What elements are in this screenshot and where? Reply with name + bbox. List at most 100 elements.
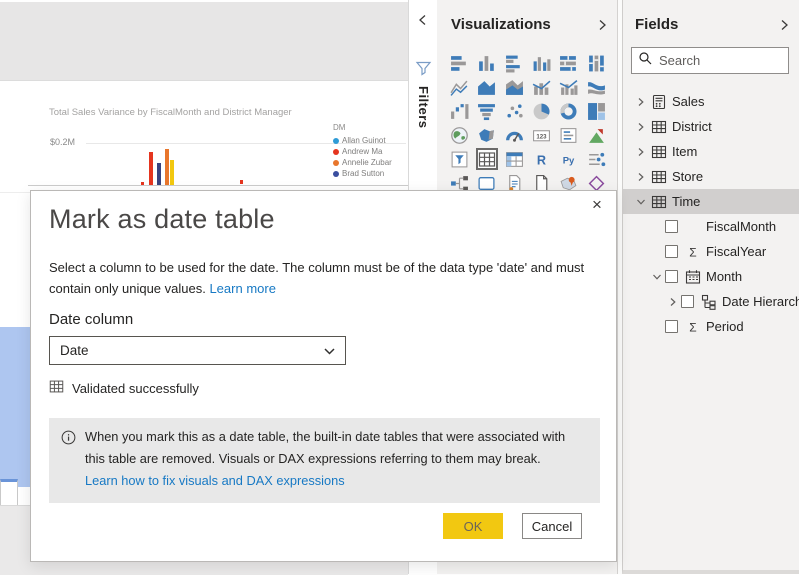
table-icon xyxy=(649,169,669,185)
chart-bar[interactable] xyxy=(157,163,161,185)
field-item-item[interactable]: Item xyxy=(623,139,799,164)
date-column-label: Date column xyxy=(49,311,133,328)
line-and-clustered-column-chart-icon[interactable] xyxy=(558,76,580,98)
collapse-pane-chevron-icon[interactable] xyxy=(418,13,427,31)
treemap-icon[interactable] xyxy=(585,100,607,122)
hundred-percent-stacked-column-chart-icon[interactable] xyxy=(585,52,607,74)
stacked-area-chart-icon[interactable] xyxy=(503,76,525,98)
field-item-fiscalyear[interactable]: ΣFiscalYear xyxy=(623,239,799,264)
fields-pane: Fields SalesDistrictItemStoreTimeFiscalM… xyxy=(622,0,799,574)
learn-more-link[interactable]: Learn more xyxy=(209,281,275,296)
chart-bar[interactable] xyxy=(165,149,169,185)
chart-data-point[interactable] xyxy=(141,182,144,185)
field-checkbox[interactable] xyxy=(665,320,678,333)
table-icon xyxy=(649,144,669,160)
expand-fields-chevron-icon[interactable] xyxy=(780,18,789,36)
sigma-icon: Σ xyxy=(683,244,703,260)
table-icon[interactable] xyxy=(476,148,498,170)
field-item-period[interactable]: ΣPeriod xyxy=(623,314,799,339)
search-input[interactable] xyxy=(657,52,782,69)
field-item-sales[interactable]: Sales xyxy=(623,89,799,114)
matrix-icon[interactable] xyxy=(503,148,525,170)
r-script-icon[interactable]: R xyxy=(531,148,553,170)
gauge-icon[interactable] xyxy=(503,124,525,146)
cancel-button[interactable]: Cancel xyxy=(522,513,582,539)
field-item-district[interactable]: District xyxy=(623,114,799,139)
dialog-description-text: Select a column to be used for the date.… xyxy=(49,260,584,296)
date-column-dropdown-value: Date xyxy=(60,343,89,358)
hundred-percent-stacked-bar-chart-icon[interactable] xyxy=(558,52,580,74)
clustered-column-chart-icon[interactable] xyxy=(531,52,553,74)
slicer-icon[interactable] xyxy=(449,148,471,170)
legend-item[interactable]: Annelie Zubar xyxy=(333,157,392,168)
stacked-bar-chart-icon[interactable] xyxy=(449,52,471,74)
validation-status-text: Validated successfully xyxy=(72,381,199,396)
map-icon[interactable] xyxy=(449,124,471,146)
legend-item[interactable]: Andrew Ma xyxy=(333,146,392,157)
multi-row-card-icon[interactable] xyxy=(558,124,580,146)
funnel-chart-icon[interactable] xyxy=(476,100,498,122)
visualization-icon-grid: 123R Py xyxy=(446,52,610,196)
expand-visualizations-chevron-icon[interactable] xyxy=(598,18,607,36)
legend-item-label: Andrew Ma xyxy=(342,147,382,156)
field-item-label: District xyxy=(672,119,712,134)
info-box-content: When you mark this as a date table, the … xyxy=(85,426,588,492)
key-influencers-icon[interactable] xyxy=(585,148,607,170)
date-column-dropdown[interactable]: Date xyxy=(49,336,346,365)
table-icon xyxy=(649,119,669,135)
ribbon-chart-icon[interactable] xyxy=(585,76,607,98)
legend-item[interactable]: Brad Sutton xyxy=(333,168,392,179)
clustered-bar-chart-icon[interactable] xyxy=(503,52,525,74)
kpi-icon[interactable] xyxy=(585,124,607,146)
chart-title: Total Sales Variance by FiscalMonth and … xyxy=(49,107,292,118)
card-icon[interactable]: 123 xyxy=(531,124,553,146)
line-chart-icon[interactable] xyxy=(449,76,471,98)
close-icon[interactable]: × xyxy=(587,194,607,214)
chevron-right-icon[interactable] xyxy=(633,147,649,157)
chevron-right-icon[interactable] xyxy=(633,97,649,107)
legend-item[interactable]: Allan Guinot xyxy=(333,135,392,146)
field-checkbox[interactable] xyxy=(665,270,678,283)
stacked-column-chart-icon[interactable] xyxy=(476,52,498,74)
mark-as-date-table-dialog: × Mark as date table Select a column to … xyxy=(30,190,617,562)
scatter-chart-icon[interactable] xyxy=(503,100,525,122)
line-and-stacked-column-chart-icon[interactable] xyxy=(531,76,553,98)
chart-data-point[interactable] xyxy=(240,180,243,184)
field-checkbox[interactable] xyxy=(665,245,678,258)
chevron-right-icon[interactable] xyxy=(665,297,681,307)
field-item-store[interactable]: Store xyxy=(623,164,799,189)
table-icon xyxy=(649,194,669,210)
field-checkbox[interactable] xyxy=(681,295,694,308)
field-item-month[interactable]: Month xyxy=(623,264,799,289)
field-checkbox[interactable] xyxy=(665,220,678,233)
legend-dot-icon xyxy=(333,171,339,177)
hierarchy-icon xyxy=(699,294,719,310)
chevron-down-icon xyxy=(324,343,335,358)
chevron-down-icon[interactable] xyxy=(633,197,649,207)
ribbon-area xyxy=(0,2,408,81)
chevron-right-icon[interactable] xyxy=(633,122,649,132)
chart-y-axis-tick: $0.2M xyxy=(50,137,75,147)
area-chart-icon[interactable] xyxy=(476,76,498,98)
filled-map-icon[interactable] xyxy=(476,124,498,146)
validation-status: Validated successfully xyxy=(49,379,199,397)
chevron-down-icon[interactable] xyxy=(649,272,665,282)
chart-bar[interactable] xyxy=(170,160,174,185)
python-script-icon[interactable]: Py xyxy=(558,148,580,170)
fields-search-box[interactable] xyxy=(631,47,789,74)
svg-text:Py: Py xyxy=(563,155,575,166)
fix-visuals-link[interactable]: Learn how to fix visuals and DAX express… xyxy=(85,473,345,488)
donut-chart-icon[interactable] xyxy=(558,100,580,122)
pie-chart-icon[interactable] xyxy=(531,100,553,122)
field-item-time[interactable]: Time xyxy=(623,189,799,214)
waterfall-chart-icon[interactable] xyxy=(449,100,471,122)
ok-button[interactable]: OK xyxy=(443,513,503,539)
field-item-fiscalmonth[interactable]: FiscalMonth xyxy=(623,214,799,239)
chevron-right-icon[interactable] xyxy=(633,172,649,182)
filters-pane-label: Filters xyxy=(416,86,431,129)
field-item-label: Month xyxy=(706,269,742,284)
chart-baseline xyxy=(28,185,408,186)
field-item-date-hierarchy[interactable]: Date Hierarchy xyxy=(623,289,799,314)
chart-bar[interactable] xyxy=(149,152,153,185)
legend-dot-icon xyxy=(333,149,339,155)
